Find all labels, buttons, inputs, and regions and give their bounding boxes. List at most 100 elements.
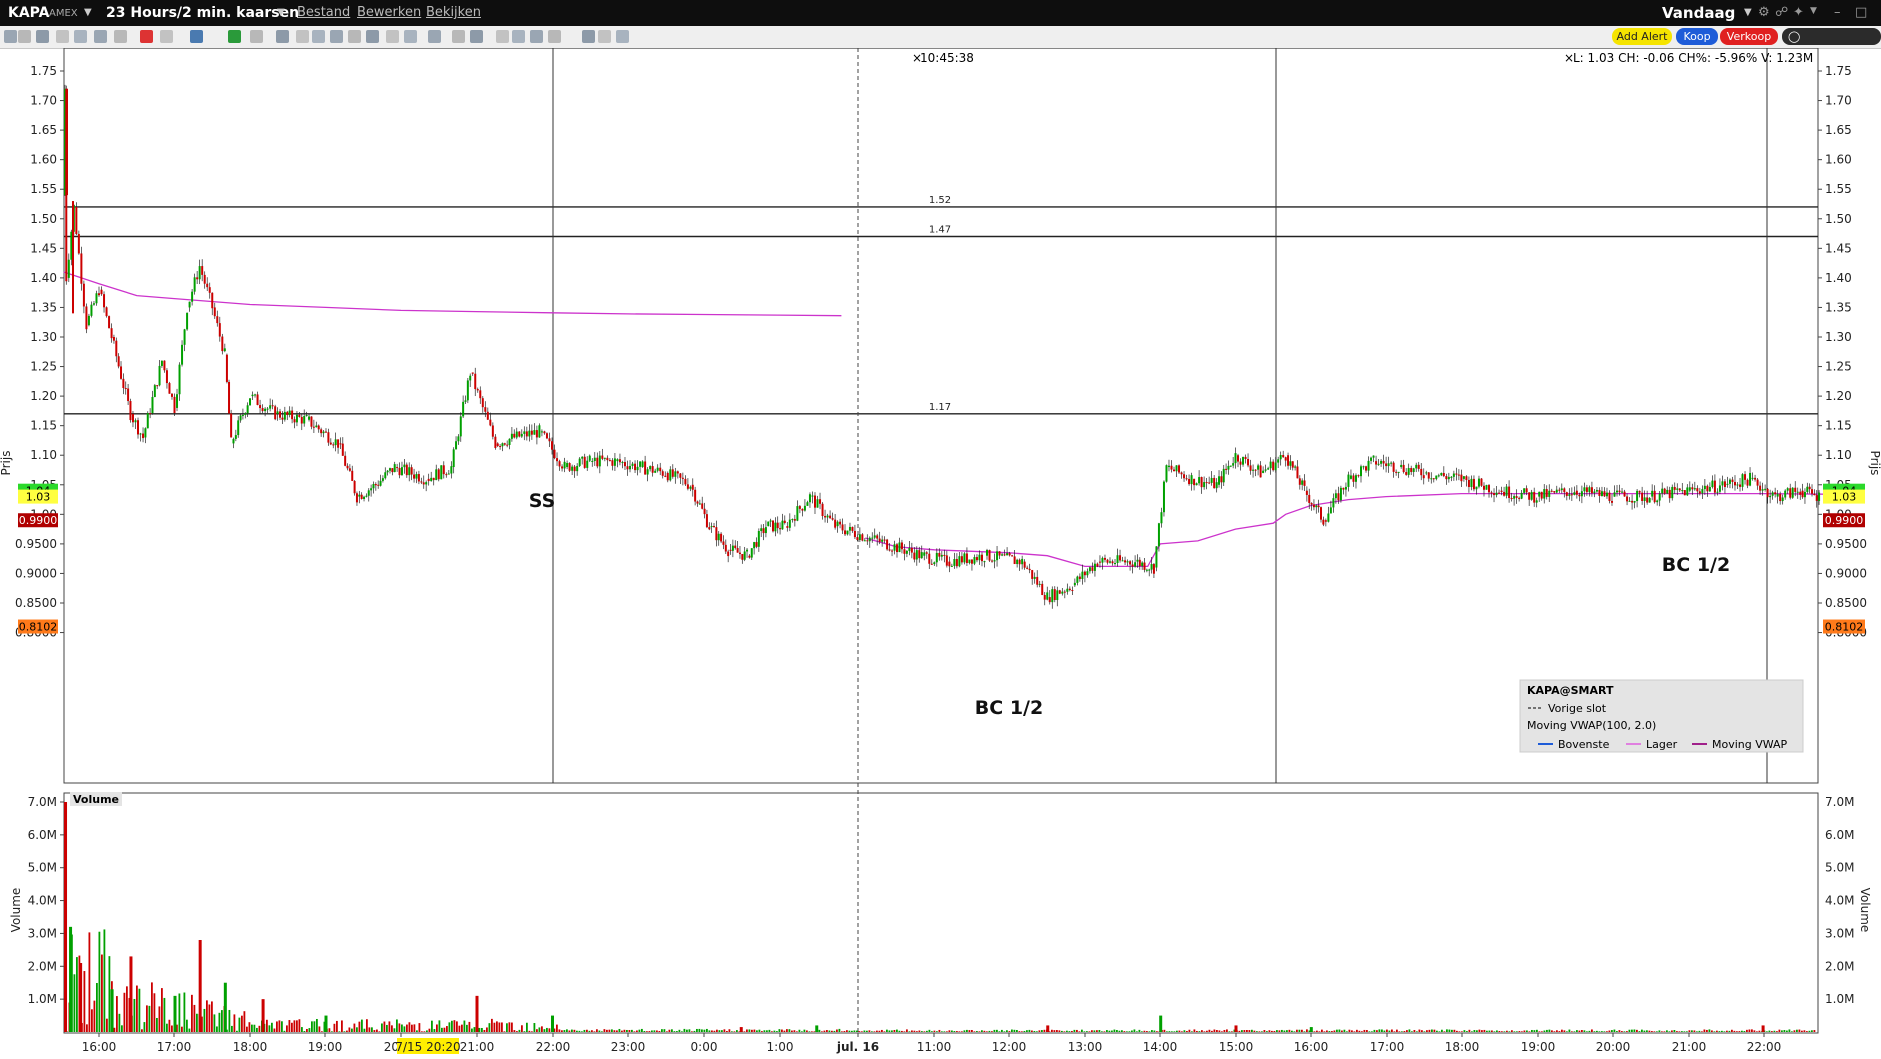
add-alert-button[interactable]: Add Alert bbox=[1612, 28, 1672, 45]
volume-bar bbox=[1296, 1029, 1298, 1032]
candle-body bbox=[801, 508, 804, 511]
candle-body bbox=[450, 466, 453, 474]
sell-button[interactable]: Verkoop bbox=[1720, 28, 1778, 45]
volume-bar bbox=[768, 1029, 771, 1032]
area-icon[interactable] bbox=[190, 30, 203, 43]
candle-body bbox=[1462, 476, 1465, 479]
symbol-label[interactable]: KAPA bbox=[8, 5, 50, 21]
gear-icon[interactable]: ⚙ bbox=[1758, 5, 1770, 20]
volume-bar bbox=[348, 1027, 351, 1032]
gann-icon[interactable] bbox=[404, 30, 417, 43]
chart-icon[interactable] bbox=[114, 30, 127, 43]
candle-body bbox=[601, 455, 604, 459]
tools-icon[interactable] bbox=[616, 30, 629, 43]
candle-body bbox=[1545, 489, 1548, 497]
zoom-in-icon[interactable] bbox=[428, 30, 441, 43]
legend-box[interactable]: KAPA@SMART Vorige slot Moving VWAP(100, … bbox=[1519, 679, 1804, 753]
save-icon[interactable] bbox=[56, 30, 69, 43]
candle-body bbox=[829, 515, 832, 519]
volume-bar bbox=[1383, 1030, 1386, 1032]
chart-area[interactable]: 1.521.471.17 1.75 1.751.70 1.701.65 1.651.6… bbox=[0, 48, 1881, 1059]
volume-bar bbox=[1688, 1030, 1691, 1032]
volume-bar bbox=[1588, 1030, 1591, 1032]
volume-bar bbox=[1006, 1030, 1008, 1032]
fib-icon[interactable] bbox=[386, 30, 399, 43]
candle-body bbox=[798, 506, 801, 509]
candle-body bbox=[935, 552, 938, 563]
menu-file[interactable]: Bestand bbox=[297, 5, 350, 20]
range-dropdown-icon[interactable]: ▼ bbox=[1744, 7, 1752, 18]
period-selector[interactable]: 23 Hours/2 min. kaarsen bbox=[106, 5, 299, 21]
candle-body bbox=[1145, 569, 1148, 571]
candle-body bbox=[1761, 489, 1764, 491]
candle-body bbox=[1003, 554, 1006, 556]
volume-tick-label-right-3: 4.0M bbox=[1825, 894, 1854, 908]
refresh-icon[interactable] bbox=[598, 30, 611, 43]
bars-icon[interactable] bbox=[160, 30, 173, 43]
buy-button[interactable]: Koop bbox=[1676, 28, 1718, 45]
volume-bar bbox=[746, 1029, 748, 1032]
scroll-end-icon[interactable] bbox=[548, 30, 561, 43]
menu-edit[interactable]: Bewerken bbox=[357, 5, 421, 20]
restore-icon[interactable]: □ bbox=[1855, 5, 1867, 20]
pan-icon[interactable] bbox=[312, 30, 325, 43]
layout-icon[interactable] bbox=[74, 30, 87, 43]
volume-bar bbox=[581, 1031, 583, 1032]
scroll-right-icon[interactable] bbox=[530, 30, 543, 43]
range-selector[interactable]: Vandaag bbox=[1662, 4, 1735, 22]
price-tag-right-label-1: 1.03 bbox=[1832, 491, 1857, 504]
candle-body bbox=[360, 494, 363, 499]
consolidated-selector[interactable]: ◯ Geconsolideerd bbox=[1782, 28, 1881, 60]
grid-icon[interactable] bbox=[18, 30, 31, 43]
options-icon[interactable]: ▼ bbox=[1810, 6, 1817, 16]
symbol-dropdown-icon[interactable]: ▼ bbox=[84, 7, 92, 18]
candle-body bbox=[1061, 591, 1064, 594]
cursor-icon[interactable] bbox=[4, 30, 17, 43]
period-dropdown-icon[interactable]: ▼ bbox=[277, 7, 285, 18]
minimize-icon[interactable]: – bbox=[1834, 5, 1841, 20]
volume-bar bbox=[328, 1028, 331, 1032]
draw-line-icon[interactable] bbox=[140, 30, 153, 43]
volume-bar bbox=[1691, 1030, 1693, 1032]
circle-icon[interactable] bbox=[228, 30, 241, 43]
volume-bar bbox=[416, 1030, 418, 1032]
price-axis-title-left: Prijs bbox=[0, 451, 13, 476]
menu-view[interactable]: Bekijken bbox=[426, 5, 481, 20]
candle-body bbox=[1716, 491, 1719, 493]
volume-bar bbox=[681, 1031, 683, 1032]
volume-bar bbox=[241, 1015, 243, 1032]
volume-bar bbox=[1188, 1029, 1191, 1032]
volume-bar bbox=[818, 1029, 821, 1032]
candle-body bbox=[1023, 561, 1026, 568]
redo-icon[interactable] bbox=[348, 30, 361, 43]
zoom-fit-icon[interactable] bbox=[470, 30, 483, 43]
volume-bar bbox=[726, 1031, 728, 1032]
candle-body bbox=[1736, 484, 1739, 486]
crosshair-icon[interactable] bbox=[250, 30, 263, 43]
print-icon[interactable] bbox=[36, 30, 49, 43]
candle-body bbox=[201, 266, 204, 275]
candle-body bbox=[413, 474, 416, 479]
ruler-icon[interactable] bbox=[366, 30, 379, 43]
settings-icon[interactable] bbox=[94, 30, 107, 43]
zoom-out-icon[interactable] bbox=[452, 30, 465, 43]
candle-body bbox=[644, 461, 647, 475]
arrow-icon[interactable] bbox=[276, 30, 289, 43]
candle-body bbox=[970, 559, 973, 564]
color-icon[interactable] bbox=[582, 30, 595, 43]
candle-body bbox=[603, 457, 606, 459]
volume-bar bbox=[1273, 1030, 1276, 1032]
candle-body bbox=[173, 396, 176, 414]
candle-body bbox=[666, 472, 669, 481]
link-icon[interactable]: ☍ bbox=[1775, 5, 1788, 20]
candle-body bbox=[681, 477, 684, 479]
volume-bar bbox=[266, 1019, 268, 1032]
candle-body bbox=[1291, 461, 1294, 468]
scroll-left-icon[interactable] bbox=[496, 30, 509, 43]
candle-body bbox=[1382, 460, 1385, 464]
scroll-center-icon[interactable] bbox=[512, 30, 525, 43]
undo-icon[interactable] bbox=[330, 30, 343, 43]
candle-body bbox=[103, 294, 106, 308]
zoom-icon[interactable] bbox=[296, 30, 309, 43]
pin-icon[interactable]: ✦ bbox=[1793, 5, 1804, 20]
